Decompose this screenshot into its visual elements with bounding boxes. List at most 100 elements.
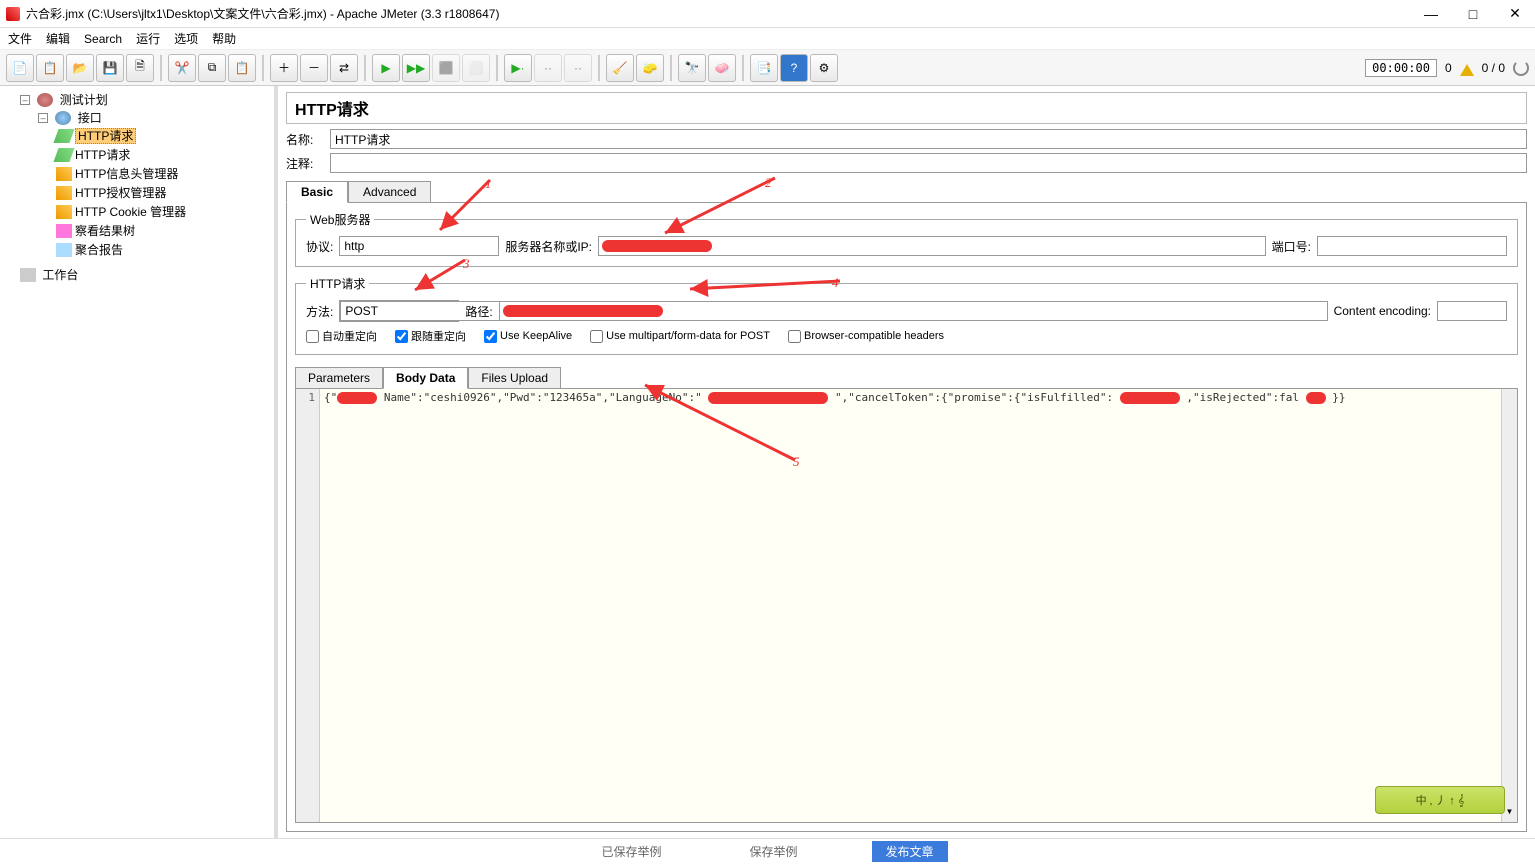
subtab-parameters[interactable]: Parameters <box>295 367 383 389</box>
subtab-bodydata[interactable]: Body Data <box>383 367 468 389</box>
port-input[interactable] <box>1317 236 1507 256</box>
tree-node-http2[interactable]: HTTP请求 <box>75 148 130 162</box>
collapse-button[interactable]: － <box>300 54 328 82</box>
toggle-button[interactable]: ⇄ <box>330 54 358 82</box>
start-button[interactable]: ▶ <box>372 54 400 82</box>
redacted-path <box>503 305 663 317</box>
tree-node-cookiemgr[interactable]: HTTP Cookie 管理器 <box>75 205 186 219</box>
http-icon <box>53 148 74 162</box>
refresh-icon[interactable] <box>1513 60 1529 76</box>
tree-node-headermgr[interactable]: HTTP信息头管理器 <box>75 167 178 181</box>
http-icon <box>53 129 74 143</box>
cut-button[interactable]: ✂️ <box>168 54 196 82</box>
tree-node-workbench[interactable]: 工作台 <box>42 268 78 282</box>
clearall-button[interactable]: 🧽 <box>636 54 664 82</box>
close-button[interactable]: ✕ <box>1501 4 1529 24</box>
remote-start-button[interactable]: ▶· <box>504 54 532 82</box>
toolbar-divider <box>160 55 162 81</box>
path-label: 路径: <box>465 303 492 320</box>
threadgroup-icon <box>55 111 71 125</box>
test-plan-tree[interactable]: – 测试计划 – 接口 HTTP请求 HTTP请求 HTTP信息头管理器 HTT… <box>0 86 278 838</box>
remote-startall-button[interactable]: ·· <box>534 54 562 82</box>
task-save[interactable]: 保存举例 <box>735 841 811 862</box>
encoding-input[interactable] <box>1437 301 1507 321</box>
tab-advanced[interactable]: Advanced <box>348 181 431 203</box>
menu-edit[interactable]: 编辑 <box>46 30 70 47</box>
method-label: 方法: <box>306 303 333 320</box>
shutdown-button[interactable]: ⬜ <box>462 54 490 82</box>
minimize-button[interactable]: — <box>1417 4 1445 24</box>
task-publish[interactable]: 发布文章 <box>872 841 948 862</box>
new-button[interactable]: 📄 <box>6 54 34 82</box>
tree-node-testplan[interactable]: 测试计划 <box>60 93 108 107</box>
menu-options[interactable]: 选项 <box>174 30 198 47</box>
save-button[interactable]: 💾 <box>96 54 124 82</box>
annotation-4: 4 <box>832 275 839 291</box>
protocol-input[interactable] <box>339 236 499 256</box>
window-titlebar: 六合彩.jmx (C:\Users\jltx1\Desktop\文案文件\六合彩… <box>0 0 1535 28</box>
help-button[interactable]: ? <box>780 54 808 82</box>
error-count: 0 <box>1445 61 1452 75</box>
menu-search[interactable]: Search <box>84 32 122 46</box>
cb-followredirect[interactable]: 跟随重定向 <box>395 328 466 344</box>
gear-button[interactable]: ⚙ <box>810 54 838 82</box>
menu-run[interactable]: 运行 <box>136 30 160 47</box>
comment-input[interactable] <box>330 153 1527 173</box>
remote-stop-button[interactable]: ·· <box>564 54 592 82</box>
menu-file[interactable]: 文件 <box>8 30 32 47</box>
name-input[interactable] <box>330 129 1527 149</box>
body-frag-c: ,"isRejected":fal <box>1186 391 1299 404</box>
cb-browser-compat[interactable]: Browser-compatible headers <box>788 330 944 343</box>
summary-icon <box>56 243 72 257</box>
cb-keepalive[interactable]: Use KeepAlive <box>484 330 572 343</box>
viewtree-icon <box>56 224 72 238</box>
open-button[interactable]: 📂 <box>66 54 94 82</box>
testplan-icon <box>37 93 53 107</box>
tree-toggle[interactable]: – <box>38 113 48 123</box>
toolbar-divider <box>670 55 672 81</box>
ime-widget[interactable]: 中 ‚ 丿 ↑ 𝄞 <box>1375 786 1505 814</box>
method-select[interactable] <box>339 300 459 322</box>
annotation-1: 1 <box>485 176 492 192</box>
reset-search-button[interactable]: 🧼 <box>708 54 736 82</box>
panel-title: HTTP请求 <box>286 92 1527 124</box>
menu-help[interactable]: 帮助 <box>212 30 236 47</box>
headermgr-icon <box>56 167 72 181</box>
tree-node-http1[interactable]: HTTP请求 <box>75 128 136 144</box>
window-title: 六合彩.jmx (C:\Users\jltx1\Desktop\文案文件\六合彩… <box>26 5 499 22</box>
httprequest-legend: HTTP请求 <box>306 275 369 292</box>
subtab-filesupload[interactable]: Files Upload <box>468 367 561 389</box>
start-notimers-button[interactable]: ▶▶ <box>402 54 430 82</box>
cb-autoredirect[interactable]: 自动重定向 <box>306 328 377 344</box>
paste-button[interactable]: 📋 <box>228 54 256 82</box>
task-saved[interactable]: 已保存举例 <box>587 841 675 862</box>
stop-button[interactable]: ⬛ <box>432 54 460 82</box>
port-label: 端口号: <box>1272 238 1311 255</box>
tab-basic[interactable]: Basic <box>286 181 348 203</box>
tree-node-viewresults[interactable]: 察看结果树 <box>75 224 135 238</box>
editor-scrollbar[interactable]: ▾ <box>1501 389 1517 822</box>
browser-taskbar: 已保存举例 保存举例 发布文章 <box>0 838 1535 864</box>
saveas-button[interactable]: 🗎 <box>126 54 154 82</box>
comment-label: 注释: <box>286 155 326 172</box>
body-frag-a: Name":"ceshi0926","Pwd":"123465a","Langu… <box>384 391 702 404</box>
expand-button[interactable]: ＋ <box>270 54 298 82</box>
body-editor[interactable]: 1 {" Name":"ceshi0926","Pwd":"123465a","… <box>295 388 1518 823</box>
line-number: 1 <box>308 391 315 404</box>
annotation-5: 5 <box>793 454 800 470</box>
server-label: 服务器名称或IP: <box>505 238 592 255</box>
toolbar: 📄 📋 📂 💾 🗎 ✂️ ⧉ 📋 ＋ － ⇄ ▶ ▶▶ ⬛ ⬜ ▶· ·· ··… <box>0 50 1535 86</box>
maximize-button[interactable]: □ <box>1459 4 1487 24</box>
search-button[interactable]: 🔭 <box>678 54 706 82</box>
cb-multipart[interactable]: Use multipart/form-data for POST <box>590 330 770 343</box>
tree-node-authmgr[interactable]: HTTP授权管理器 <box>75 186 166 200</box>
function-helper-button[interactable]: 📑 <box>750 54 778 82</box>
clear-button[interactable]: 🧹 <box>606 54 634 82</box>
body-frag-b: ","cancelToken":{"promise":{"isFulfilled… <box>835 391 1113 404</box>
tree-toggle[interactable]: – <box>20 95 30 105</box>
toolbar-divider <box>598 55 600 81</box>
tree-node-threadgroup[interactable]: 接口 <box>78 111 102 125</box>
tree-node-summary[interactable]: 聚合报告 <box>75 243 123 257</box>
copy-button[interactable]: ⧉ <box>198 54 226 82</box>
templates-button[interactable]: 📋 <box>36 54 64 82</box>
